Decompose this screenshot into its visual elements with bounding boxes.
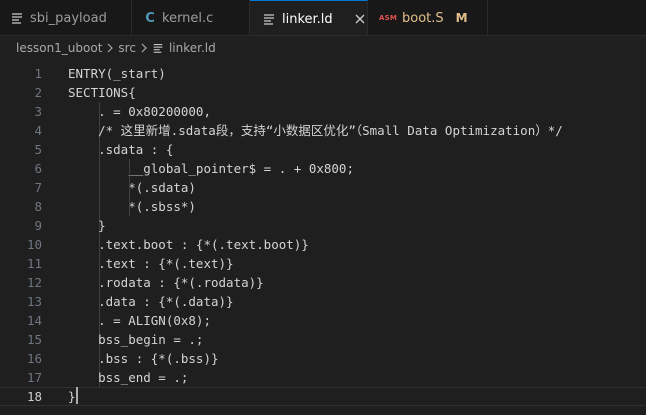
- line-number: 11: [26, 256, 42, 271]
- line-number: 6: [34, 161, 42, 176]
- code-line[interactable]: 8 *(.sbss*): [0, 197, 646, 216]
- code-line[interactable]: 6 __global_pointer$ = . + 0x800;: [0, 159, 646, 178]
- modified-badge: M: [455, 11, 468, 25]
- code-line[interactable]: 15 bss_begin = .;: [0, 330, 646, 349]
- breadcrumb-folder-lesson1-uboot[interactable]: lesson1_uboot: [16, 41, 102, 55]
- code-text: .text.boot : {*(.text.boot)}: [68, 237, 309, 252]
- tab-label: sbi_payload: [30, 10, 107, 26]
- code-text: *(.sdata): [68, 180, 196, 195]
- asm-icon: ASM: [378, 14, 398, 22]
- code-line[interactable]: 5 .sdata : {: [0, 140, 646, 159]
- editor-tab-bar: sbi_payload C kernel.c linker.ld ASM boo…: [0, 0, 646, 36]
- tab-boot-s[interactable]: ASM boot.S M: [368, 0, 488, 35]
- code-line[interactable]: 13 .data : {*(.data)}: [0, 292, 646, 311]
- code-line[interactable]: 16 .bss : {*(.bss)}: [0, 349, 646, 368]
- code-text: }: [68, 218, 106, 233]
- code-line[interactable]: 17 bss_end = .;: [0, 368, 646, 387]
- code-text: .sdata : {: [68, 142, 174, 157]
- chevron-right-icon: [140, 43, 148, 53]
- code-line[interactable]: 18}: [0, 387, 646, 406]
- line-number: 16: [26, 351, 42, 366]
- line-number: 13: [26, 294, 42, 309]
- line-number: 9: [34, 218, 42, 233]
- code-text: bss_begin = .;: [68, 332, 204, 347]
- line-number: 12: [26, 275, 42, 290]
- code-line[interactable]: 12 .rodata : {*(.rodata)}: [0, 273, 646, 292]
- code-text: .rodata : {*(.rodata)}: [68, 275, 264, 290]
- chevron-right-icon: [106, 43, 114, 53]
- code-line[interactable]: 7 *(.sdata): [0, 178, 646, 197]
- tab-label: boot.S: [402, 10, 444, 26]
- tab-label: linker.ld: [282, 11, 333, 27]
- line-number: 14: [26, 313, 42, 328]
- text-cursor: [76, 387, 78, 404]
- code-text: *(.sbss*): [68, 199, 196, 214]
- breadcrumb: lesson1_uboot src linker.ld: [0, 37, 646, 59]
- code-editor[interactable]: 1 ENTRY(_start) 2 SECTIONS{ 3 . = 0x80200000…: [0, 63, 646, 415]
- file-lines-icon: [152, 42, 164, 54]
- code-line[interactable]: 11 .text : {*(.text)}: [0, 254, 646, 273]
- line-number: 7: [34, 180, 42, 195]
- c-language-icon: C: [145, 10, 155, 26]
- code-text: ENTRY(_start): [68, 66, 166, 81]
- tab-linker-ld[interactable]: linker.ld: [250, 0, 368, 35]
- line-number: 15: [26, 332, 42, 347]
- code-text: /* 这里新增.sdata段，支持“小数据区优化”（Small Data Opt…: [68, 123, 563, 138]
- code-line[interactable]: 2 SECTIONS{: [0, 83, 646, 102]
- code-text: .text : {*(.text)}: [68, 256, 234, 271]
- line-number: 4: [34, 123, 42, 138]
- breadcrumb-file[interactable]: linker.ld: [152, 41, 216, 55]
- code-text: . = ALIGN(0x8);: [68, 313, 211, 328]
- code-text: SECTIONS{: [68, 85, 136, 100]
- code-line[interactable]: 14 . = ALIGN(0x8);: [0, 311, 646, 330]
- file-lines-icon: [262, 12, 276, 26]
- code-text: }: [68, 389, 76, 404]
- line-number: 5: [34, 142, 42, 157]
- code-line[interactable]: 9 }: [0, 216, 646, 235]
- file-lines-icon: [10, 11, 24, 25]
- line-number: 3: [34, 104, 42, 119]
- close-icon[interactable]: [353, 11, 367, 27]
- code-text: bss_end = .;: [68, 370, 189, 385]
- code-line[interactable]: 1 ENTRY(_start): [0, 64, 646, 83]
- code-text: __global_pointer$ = . + 0x800;: [68, 161, 354, 176]
- code-text: . = 0x80200000,: [68, 104, 211, 119]
- line-number: 17: [26, 370, 42, 385]
- line-number: 8: [34, 199, 42, 214]
- code-line[interactable]: 4 /* 这里新增.sdata段，支持“小数据区优化”（Small Data O…: [0, 121, 646, 140]
- code-line[interactable]: 3 . = 0x80200000,: [0, 102, 646, 121]
- code-text: .data : {*(.data)}: [68, 294, 234, 309]
- line-number: 18: [26, 389, 42, 404]
- line-number: 1: [34, 66, 42, 81]
- tab-sbi-payload[interactable]: sbi_payload: [0, 0, 132, 35]
- breadcrumb-file-label: linker.ld: [168, 41, 216, 55]
- tab-label: kernel.c: [162, 10, 214, 26]
- code-text: .bss : {*(.bss)}: [68, 351, 219, 366]
- breadcrumb-folder-src[interactable]: src: [118, 41, 136, 55]
- tab-kernel-c[interactable]: C kernel.c: [132, 0, 250, 35]
- line-number: 2: [34, 85, 42, 100]
- indent-guide: [129, 159, 130, 216]
- code-line[interactable]: 10 .text.boot : {*(.text.boot)}: [0, 235, 646, 254]
- line-number: 10: [26, 237, 42, 252]
